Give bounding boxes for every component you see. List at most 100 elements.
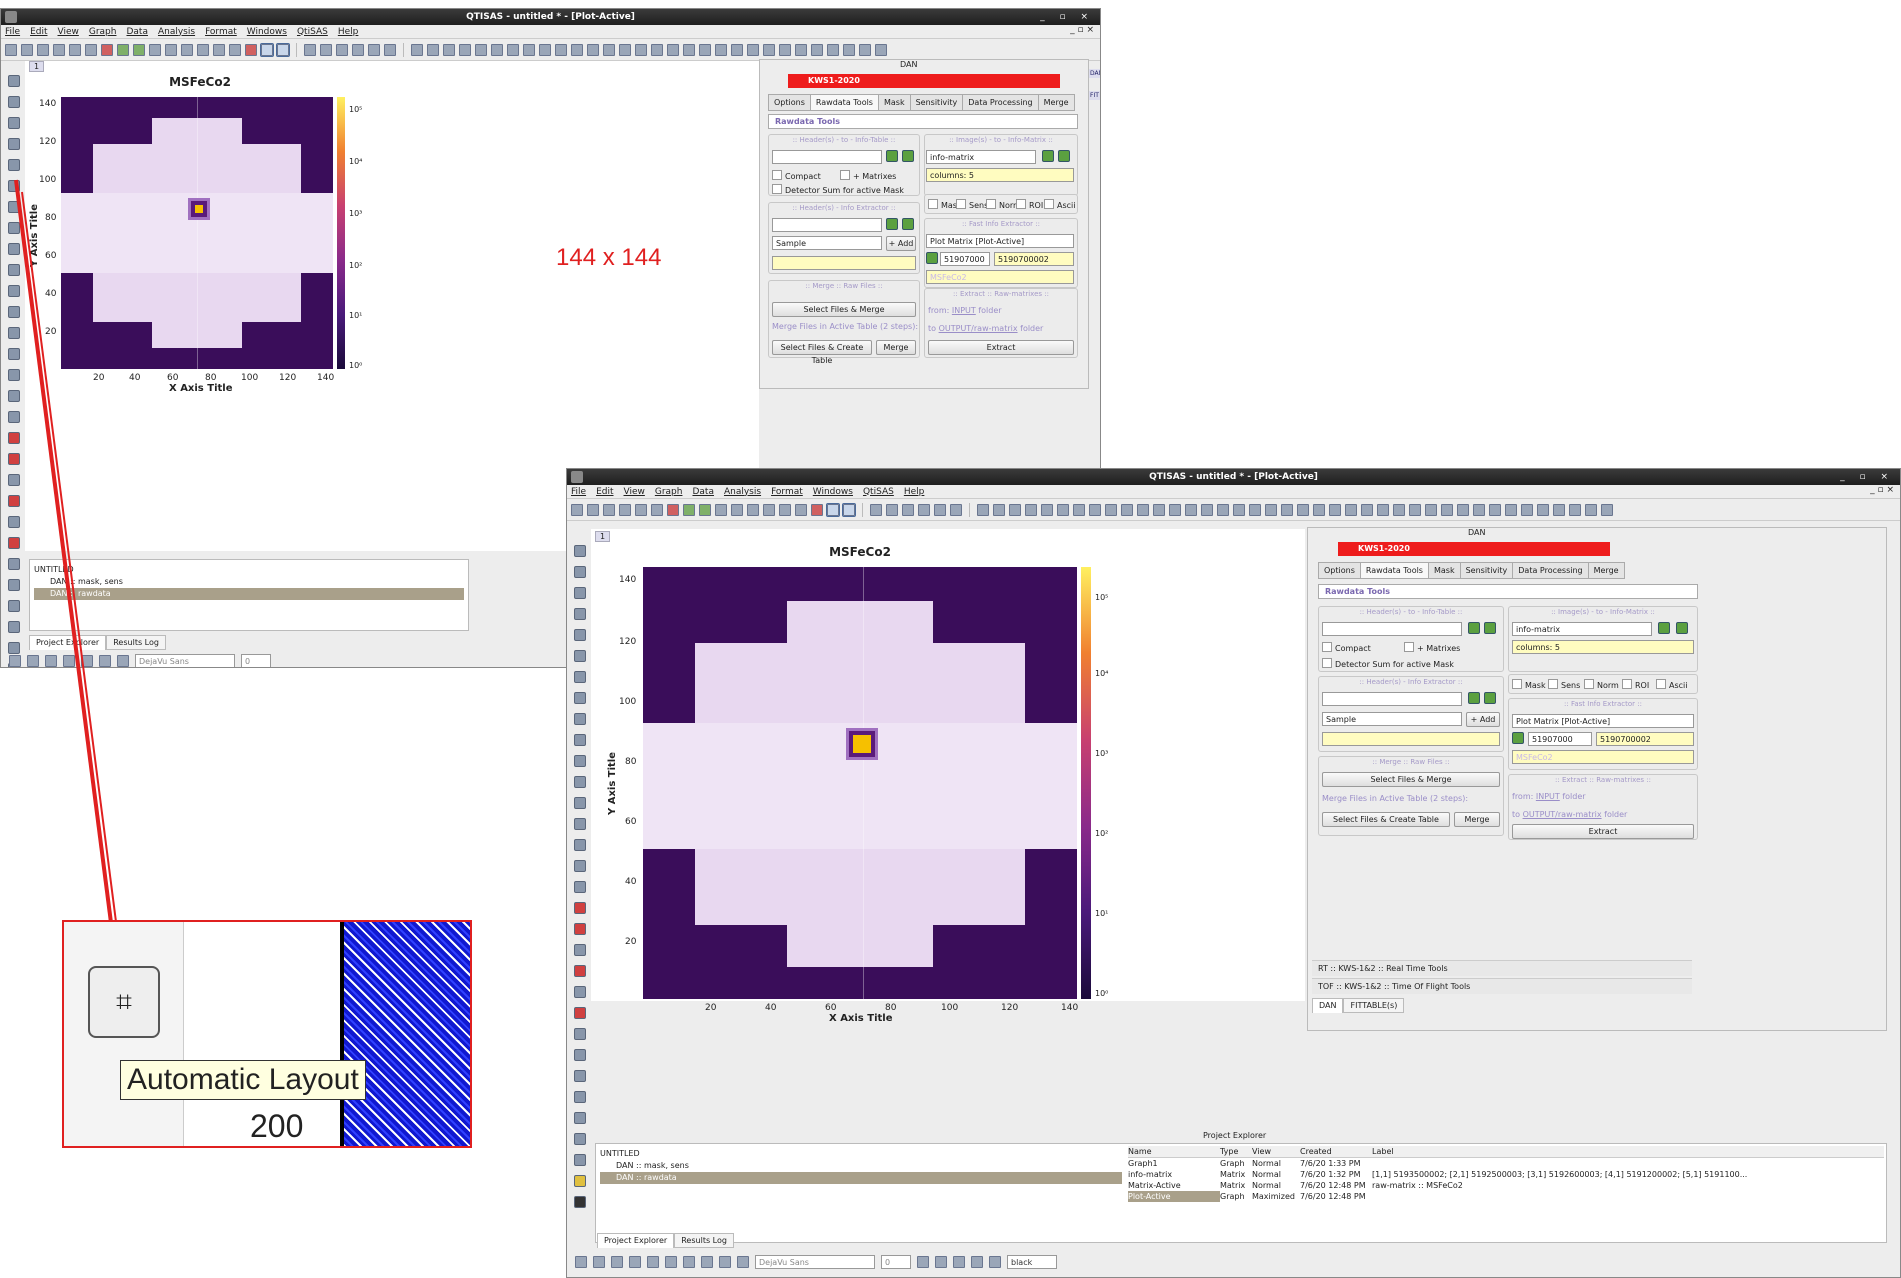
input-folder-link[interactable]: INPUT bbox=[1536, 792, 1560, 801]
save-icon[interactable] bbox=[37, 43, 49, 56]
copy-icon[interactable] bbox=[747, 503, 759, 516]
new-project-icon[interactable] bbox=[571, 503, 583, 516]
plot-icon-28[interactable] bbox=[1409, 503, 1421, 516]
plot-icon-8[interactable] bbox=[523, 43, 535, 56]
front-tab-sensitivity[interactable]: Sensitivity bbox=[1459, 562, 1514, 579]
back-tab-rawdata-tools[interactable]: Rawdata Tools bbox=[809, 94, 879, 111]
back-matrixes-check[interactable]: + Matrixes bbox=[840, 170, 896, 181]
plot-icon-26[interactable] bbox=[811, 43, 823, 56]
front-tab-mask[interactable]: Mask bbox=[1427, 562, 1461, 579]
save-icon[interactable] bbox=[603, 503, 615, 516]
print-icon[interactable] bbox=[731, 503, 743, 516]
front-run2-field[interactable]: 5190700002 bbox=[1596, 732, 1694, 746]
crosshair-icon[interactable] bbox=[574, 902, 586, 914]
arrange-icon[interactable] bbox=[8, 138, 20, 150]
menu-format[interactable]: Format bbox=[771, 487, 803, 497]
plot-icon-28[interactable] bbox=[843, 43, 855, 56]
plot-icon-31[interactable] bbox=[1457, 503, 1469, 516]
plot-icon-7[interactable] bbox=[1073, 503, 1085, 516]
line-tool-icon[interactable] bbox=[574, 1112, 586, 1124]
front-detsum-check[interactable]: Detector Sum for active Mask bbox=[1322, 658, 1454, 669]
back-extractor-combo[interactable] bbox=[772, 218, 882, 232]
copy-icon[interactable] bbox=[181, 43, 193, 56]
front-plot-matrix-combo[interactable]: Plot Matrix [Plot-Active] bbox=[1512, 714, 1694, 728]
note-icon[interactable] bbox=[699, 503, 711, 516]
output-folder-link[interactable]: OUTPUT/raw-matrix bbox=[1523, 810, 1602, 819]
export-icon[interactable] bbox=[715, 503, 727, 516]
automatic-layout-icon-large[interactable]: ⌗ bbox=[88, 966, 160, 1038]
axis2-icon[interactable] bbox=[8, 117, 20, 129]
menu-windows[interactable]: Windows bbox=[247, 27, 287, 37]
axis2-icon[interactable] bbox=[574, 587, 586, 599]
back-sens-check[interactable]: Sens bbox=[956, 199, 988, 210]
pdf-icon[interactable] bbox=[811, 503, 823, 516]
plot-icon-10[interactable] bbox=[1121, 503, 1133, 516]
window-controls[interactable]: _ ▫ × bbox=[1840, 469, 1894, 485]
superscript-icon[interactable] bbox=[971, 1256, 983, 1268]
front-rt-row[interactable]: RT :: KWS-1&2 :: Real Time Tools bbox=[1312, 960, 1692, 976]
plot-icon-33[interactable] bbox=[1489, 503, 1501, 516]
plot-icon-6[interactable] bbox=[491, 43, 503, 56]
text-tool-icon[interactable] bbox=[574, 1070, 586, 1082]
front-go2-icon[interactable] bbox=[1676, 622, 1688, 634]
plot-icon-6[interactable] bbox=[1057, 503, 1069, 516]
axis-icon[interactable] bbox=[574, 566, 586, 578]
plot-icon-10[interactable] bbox=[555, 43, 567, 56]
zoom-icon[interactable] bbox=[795, 503, 807, 516]
plot-icon-19[interactable] bbox=[1265, 503, 1277, 516]
back-tab-sensitivity[interactable]: Sensitivity bbox=[909, 94, 964, 111]
tree-folder-mask[interactable]: DAN :: mask, sens bbox=[600, 1160, 1122, 1172]
front-tab-results-log[interactable]: Results Log bbox=[674, 1233, 734, 1248]
plot-icon-27[interactable] bbox=[827, 43, 839, 56]
function-icon[interactable] bbox=[117, 43, 129, 56]
back-go3-icon[interactable] bbox=[902, 218, 914, 230]
back-tab-merge[interactable]: Merge bbox=[1037, 94, 1075, 111]
dragged-range-icon[interactable] bbox=[574, 1028, 586, 1040]
plot-icon-27[interactable] bbox=[1393, 503, 1405, 516]
front-info-matrix-combo[interactable]: info-matrix bbox=[1512, 622, 1652, 636]
back-side-tab-dan[interactable]: DAN bbox=[1089, 69, 1100, 78]
format-icon[interactable] bbox=[701, 1256, 713, 1268]
front-sens-check[interactable]: Sens bbox=[1548, 679, 1580, 690]
plot-icon-16[interactable] bbox=[1217, 503, 1229, 516]
back-run2-field[interactable]: 5190700002 bbox=[994, 252, 1074, 266]
back-side-tab-fit[interactable]: FIT bbox=[1089, 91, 1100, 100]
window-controls[interactable]: _ ▫ × bbox=[1040, 9, 1094, 25]
zoom-icon[interactable] bbox=[229, 43, 241, 56]
redo-icon[interactable] bbox=[886, 503, 898, 516]
back-detsum-check[interactable]: Detector Sum for active Mask bbox=[772, 184, 904, 195]
layout-icon[interactable] bbox=[260, 42, 274, 57]
arrange-icon[interactable] bbox=[574, 608, 586, 620]
table-row[interactable]: Plot-Active Graph Maximized 7/6/20 12:48… bbox=[1128, 1191, 1884, 1202]
ellipse-tool-icon[interactable] bbox=[574, 1154, 586, 1166]
tree-folder-rawdata[interactable]: DAN :: rawdata bbox=[600, 1172, 1122, 1184]
layout-icon[interactable] bbox=[826, 502, 840, 517]
tool-icon-12[interactable] bbox=[574, 776, 586, 788]
plot-icon-34[interactable] bbox=[1505, 503, 1517, 516]
delete-icon[interactable] bbox=[950, 503, 962, 516]
copy2-icon[interactable] bbox=[918, 503, 930, 516]
back-extract-button[interactable]: Extract bbox=[928, 340, 1074, 355]
copy2-icon[interactable] bbox=[352, 43, 364, 56]
front-size-spin[interactable]: 0 bbox=[881, 1255, 911, 1269]
plot-icon-15[interactable] bbox=[635, 43, 647, 56]
back-header-combo[interactable] bbox=[772, 150, 882, 164]
layers-icon[interactable] bbox=[197, 43, 209, 56]
grid-icon[interactable] bbox=[276, 42, 290, 57]
format-icon[interactable] bbox=[575, 1256, 587, 1268]
front-go-icon[interactable] bbox=[1484, 622, 1496, 634]
plot-icon-18[interactable] bbox=[1249, 503, 1261, 516]
plot-icon-37[interactable] bbox=[1553, 503, 1565, 516]
back-plot-tab[interactable]: 1 bbox=[29, 61, 45, 72]
plot-icon-8[interactable] bbox=[1089, 503, 1101, 516]
plot-icon-22[interactable] bbox=[747, 43, 759, 56]
plot-icon-17[interactable] bbox=[1233, 503, 1245, 516]
front-tab-options[interactable]: Options bbox=[1318, 562, 1361, 579]
format-icon[interactable] bbox=[629, 1256, 641, 1268]
back-add-icon[interactable] bbox=[886, 150, 898, 162]
col-type[interactable]: Type bbox=[1220, 1146, 1252, 1157]
plot-icon-9[interactable] bbox=[539, 43, 551, 56]
add-layer-icon[interactable] bbox=[8, 75, 20, 87]
print-icon[interactable] bbox=[165, 43, 177, 56]
plot-icon-12[interactable] bbox=[1153, 503, 1165, 516]
